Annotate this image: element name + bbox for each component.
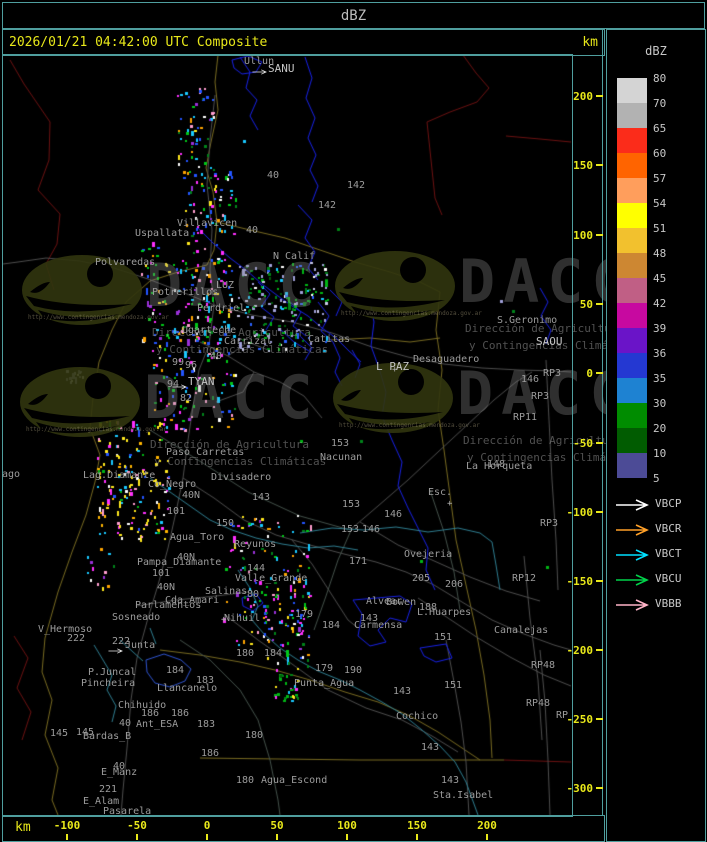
window-title: dBZ (340, 8, 367, 24)
radar-map-canvas (0, 0, 707, 842)
title-bar: dBZ (2, 2, 705, 29)
axis-divider (602, 29, 603, 840)
km-unit-top: km (582, 35, 598, 50)
legend-title: dBZ (645, 44, 667, 58)
radar-composite-window: DACC Dirección de Agricultura y Contingenc… (0, 0, 707, 842)
dbz-legend-panel: dBZ (606, 29, 706, 842)
bottom-axis-bar: km (2, 815, 605, 842)
km-unit-bottom: km (15, 820, 31, 835)
timestamp-label: 2026/01/21 04:42:00 UTC Composite (9, 35, 268, 50)
info-bar: 2026/01/21 04:42:00 UTC Composite km (2, 29, 605, 56)
